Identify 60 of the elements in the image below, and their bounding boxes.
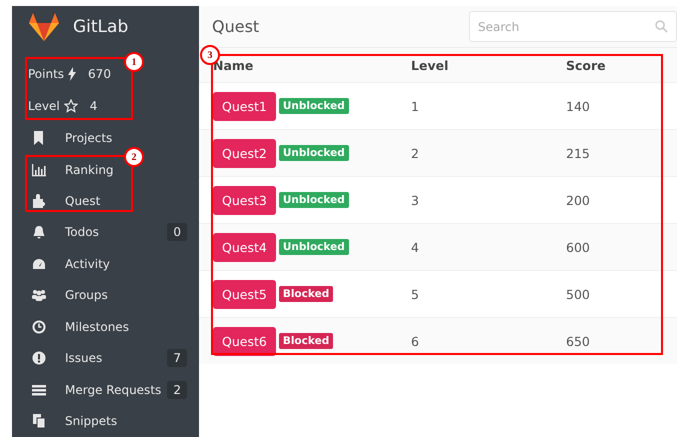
stack-icon: [32, 382, 46, 397]
quest-button[interactable]: Quest1: [213, 92, 276, 120]
count-badge: 2: [167, 380, 187, 399]
count-badge: 0: [167, 223, 187, 242]
star-icon: [64, 99, 78, 114]
status-label: Unblocked: [278, 192, 349, 208]
sidebar-item[interactable]: Issues 7: [12, 342, 199, 374]
column-header: Score: [566, 58, 606, 72]
status-label: Blocked: [278, 286, 334, 302]
users-icon: [32, 288, 46, 302]
table-cell-text: 3: [411, 192, 420, 208]
status-label: Blocked: [278, 333, 334, 349]
bookmark-icon: [32, 131, 46, 146]
table-cell-text: 5: [411, 286, 420, 302]
sidebar-item[interactable]: Ranking: [12, 154, 114, 186]
table-cell: 650: [566, 334, 590, 348]
stat-value: 4: [90, 99, 98, 114]
sidebar-item[interactable]: Activity: [12, 248, 110, 280]
sidebar-item[interactable]: Snippets: [12, 406, 118, 437]
quest-button[interactable]: Quest2: [213, 138, 276, 168]
sidebar-item[interactable]: Groups: [12, 280, 108, 312]
table-cell: 600: [566, 240, 590, 254]
sidebar-item[interactable]: Merge Requests 2: [12, 374, 199, 406]
stat-label: Points: [28, 67, 64, 82]
search-field[interactable]: Search: [469, 11, 677, 42]
clock-icon: [32, 320, 46, 334]
table-cell-text: 4: [411, 240, 420, 254]
gauge-icon: [32, 256, 46, 271]
stat-label: Level: [28, 99, 60, 114]
sidebar-item[interactable]: Quest: [12, 185, 100, 217]
table-cell-text: 2: [411, 146, 420, 160]
table-cell: 140: [566, 98, 590, 114]
chart-icon: [32, 162, 46, 176]
sidebar-item[interactable]: Todos 0: [12, 216, 199, 248]
table-cell: 500: [566, 286, 590, 302]
table-cell-text: 1: [411, 98, 420, 114]
fox-logo-icon: [28, 12, 60, 42]
files-icon: [32, 414, 46, 428]
column-header: Level: [411, 58, 450, 72]
quest-button[interactable]: Quest5: [213, 280, 276, 308]
status-label: Unblocked: [278, 239, 349, 255]
brand-name: GitLab: [73, 16, 128, 37]
search-icon: [655, 20, 668, 33]
bell-icon: [32, 225, 46, 240]
quest-button[interactable]: Quest3: [213, 186, 276, 214]
lightning-icon: [68, 67, 76, 82]
table-cell-text: 6: [411, 334, 420, 348]
quest-button[interactable]: Quest4: [213, 232, 276, 262]
alert-icon: [32, 351, 46, 366]
sidebar-item[interactable]: Milestones: [12, 311, 129, 343]
puzzle-icon: [32, 194, 46, 208]
table-cell: 215: [566, 146, 590, 160]
status-label: Unblocked: [278, 98, 349, 114]
sidebar-item[interactable]: Projects: [12, 122, 112, 154]
page-title: Quest: [212, 17, 260, 36]
quest-button[interactable]: Quest6: [213, 326, 276, 356]
table-cell: 200: [566, 192, 590, 208]
count-badge: 7: [167, 349, 187, 368]
stat-value: 670: [88, 67, 111, 82]
status-label: Unblocked: [278, 145, 349, 161]
